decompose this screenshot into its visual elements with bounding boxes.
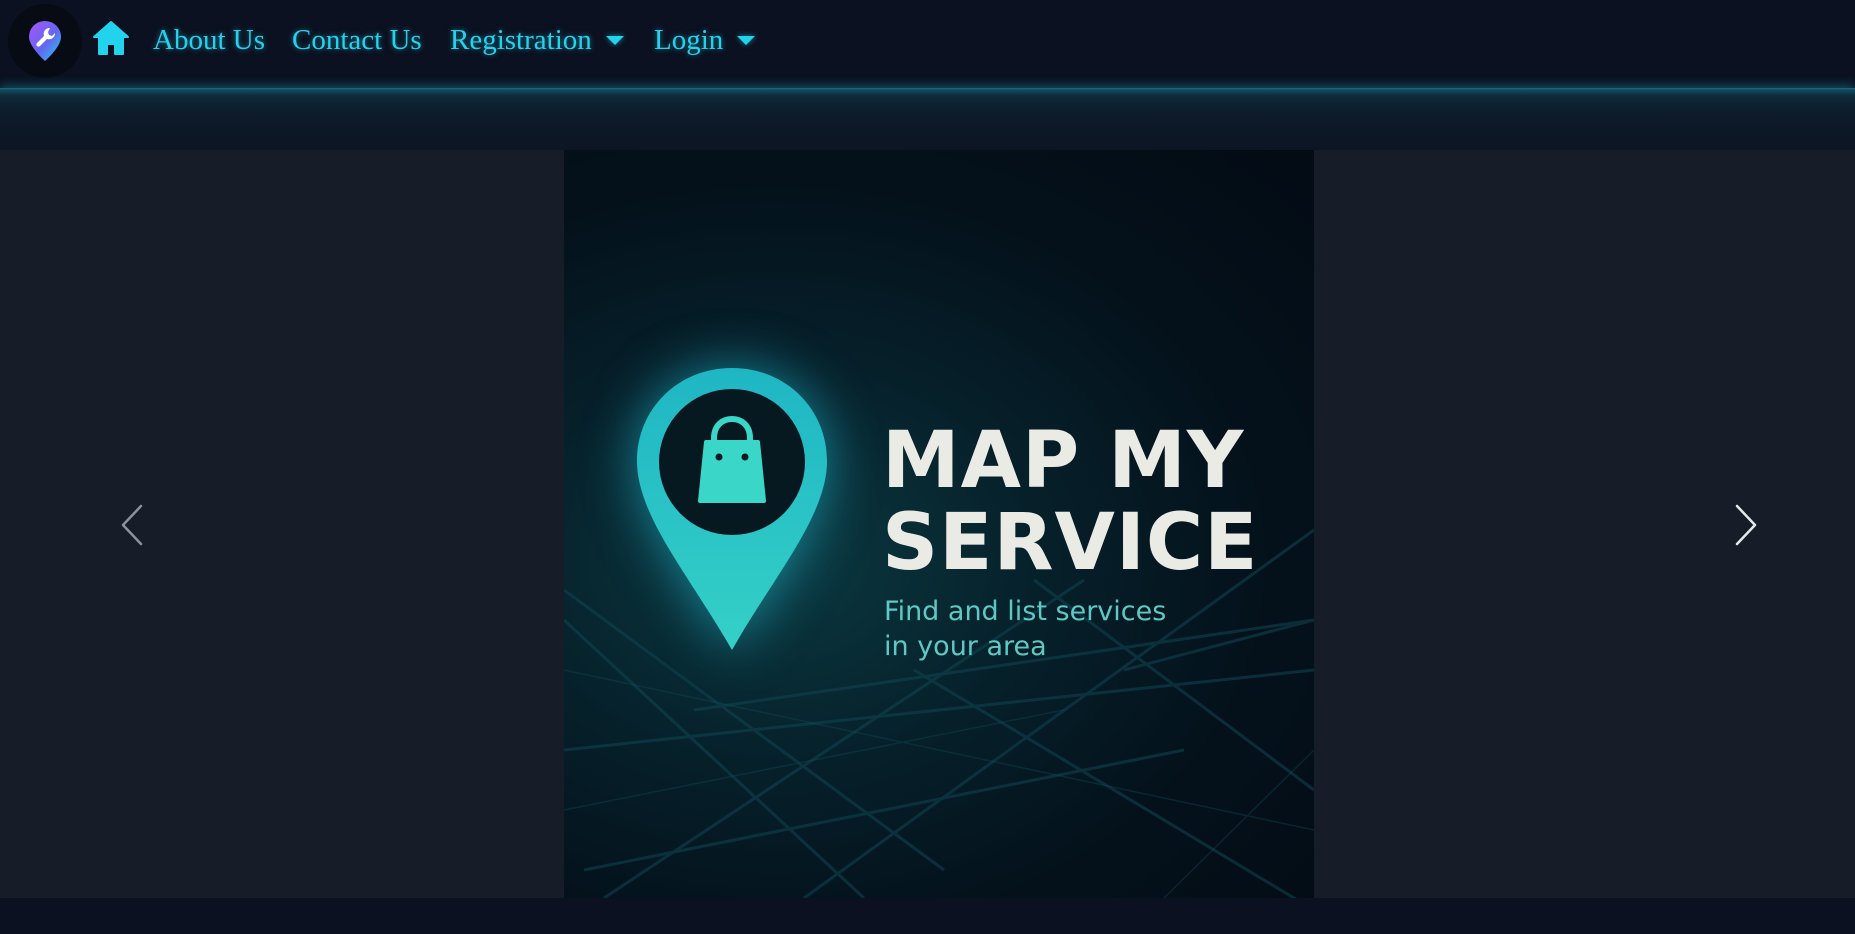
slide-title-line-1: MAP MY [882,416,1245,506]
chevron-right-icon [1735,504,1757,546]
carousel-next-button[interactable] [1716,490,1776,560]
carousel-slide-active: MAP MY SERVICE Find and list services in… [564,150,1314,898]
site-logo[interactable] [8,4,82,78]
carousel-prev-button[interactable] [102,490,162,560]
page-bottom-band [0,898,1855,934]
nav-login-label: Login [654,24,724,56]
home-icon [93,21,129,55]
shopping-bag-location-pin-icon [637,368,827,650]
caret-down-icon [737,35,756,45]
nav-contact-us-label: Contact Us [292,24,422,56]
caret-down-icon [605,35,624,45]
slide-title-line-2: SERVICE [882,498,1259,588]
nav-contact-us[interactable]: Contact Us [292,18,422,62]
slide-subtitle-line-2: in your area [884,631,1047,662]
wrench-location-pin-icon [29,21,61,61]
nav-about-us-label: About Us [153,24,265,56]
nav-registration-label: Registration [450,24,592,56]
hero-carousel: MAP MY SERVICE Find and list services in… [0,150,1855,898]
nav-login-dropdown[interactable]: Login [654,18,756,62]
home-link[interactable] [92,20,130,58]
navbar-glow-divider [0,88,1855,150]
top-navbar: About Us Contact Us Registration Login [0,0,1855,88]
nav-registration-dropdown[interactable]: Registration [450,18,624,62]
nav-about-us[interactable]: About Us [153,18,265,62]
chevron-left-icon [121,504,143,546]
slide-subtitle-line-1: Find and list services [884,596,1167,627]
